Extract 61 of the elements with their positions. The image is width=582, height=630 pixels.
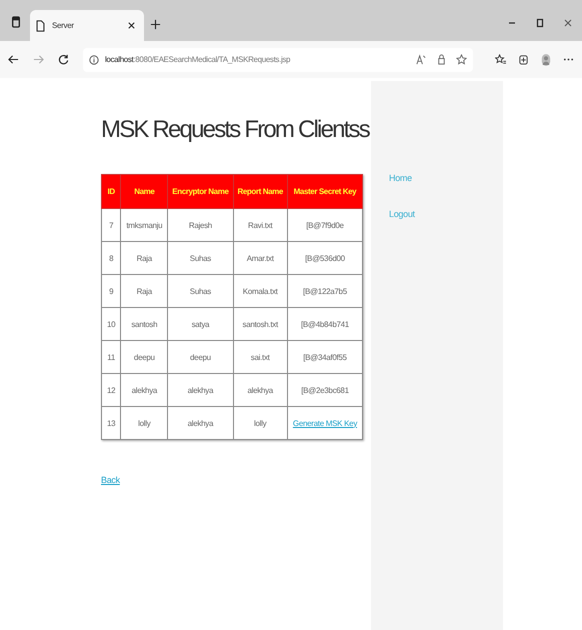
sidebar-link[interactable]: Logout bbox=[389, 209, 503, 219]
column-header: Encryptor Name bbox=[168, 174, 233, 208]
star-icon[interactable] bbox=[456, 54, 467, 65]
tab-actions-icon[interactable] bbox=[11, 16, 21, 28]
back-icon[interactable] bbox=[8, 54, 19, 65]
table-cell: alekhya bbox=[120, 374, 168, 406]
table-cell: alekhya bbox=[233, 374, 288, 406]
table-cell: 11 bbox=[102, 340, 121, 374]
table-cell: deepu bbox=[168, 340, 233, 374]
address-field[interactable]: localhost:8080/EAESearchMedical/TA_MSKRequests.jsp bbox=[83, 48, 473, 72]
table-cell: Raja bbox=[120, 242, 168, 274]
table-cell: 10 bbox=[102, 308, 121, 340]
table-cell: 8 bbox=[102, 242, 121, 274]
table-cell: 9 bbox=[102, 274, 121, 308]
column-header: Report Name bbox=[233, 174, 288, 208]
profile-icon[interactable] bbox=[541, 52, 551, 66]
table-cell: alekhya bbox=[168, 406, 233, 440]
new-tab-icon[interactable] bbox=[150, 19, 161, 30]
table-cell: Rajesh bbox=[168, 208, 233, 242]
page-icon bbox=[36, 20, 45, 32]
table-cell: [B@4b84b741 bbox=[287, 308, 363, 340]
table-cell: [B@34af0f55 bbox=[287, 340, 363, 374]
sidebar-link[interactable]: Home bbox=[389, 173, 503, 183]
close-window-icon[interactable] bbox=[563, 18, 573, 28]
table-cell: Suhas bbox=[168, 242, 233, 274]
table-cell: Komala.txt bbox=[233, 274, 288, 308]
table-cell: Raja bbox=[120, 274, 168, 308]
table-cell: alekhya bbox=[168, 374, 233, 406]
table-cell: Suhas bbox=[168, 274, 233, 308]
table-cell: santosh.txt bbox=[233, 308, 288, 340]
table-cell: [B@7f9d0e bbox=[287, 208, 363, 242]
table-cell: deepu bbox=[120, 340, 168, 374]
table-cell: 7 bbox=[102, 208, 121, 242]
column-header: ID bbox=[102, 174, 121, 208]
page-title: MSK Requests From Clientss bbox=[101, 116, 370, 144]
table-cell: lolly bbox=[233, 406, 288, 440]
info-icon bbox=[89, 54, 99, 64]
table-cell: [B@536d00 bbox=[287, 242, 363, 274]
read-aloud-icon[interactable] bbox=[416, 54, 427, 65]
table-cell: Amar.txt bbox=[233, 242, 288, 274]
table-cell: 12 bbox=[102, 374, 121, 406]
table-cell: sai.txt bbox=[233, 340, 288, 374]
table-cell: santosh bbox=[120, 308, 168, 340]
maximize-icon[interactable] bbox=[535, 18, 545, 28]
table-cell: tmksmanju bbox=[120, 208, 168, 242]
tab-title: Server bbox=[52, 21, 74, 30]
table-cell: [B@2e3bc681 bbox=[287, 374, 363, 406]
collections-icon[interactable] bbox=[518, 54, 529, 65]
favorites-icon[interactable] bbox=[495, 54, 506, 65]
column-header: Name bbox=[120, 174, 168, 208]
close-icon[interactable] bbox=[127, 21, 136, 30]
column-header: Master Secret Key bbox=[287, 174, 363, 208]
back-link[interactable]: Back bbox=[101, 475, 120, 485]
refresh-icon[interactable] bbox=[58, 54, 69, 65]
table-cell: lolly bbox=[120, 406, 168, 440]
table-cell: 13 bbox=[102, 406, 121, 440]
browser-tab[interactable]: Server bbox=[30, 10, 144, 41]
table-cell: satya bbox=[168, 308, 233, 340]
table-cell: Ravi.txt bbox=[233, 208, 288, 242]
lock-icon[interactable] bbox=[436, 54, 447, 65]
table-cell: [B@122a7b5 bbox=[287, 274, 363, 308]
